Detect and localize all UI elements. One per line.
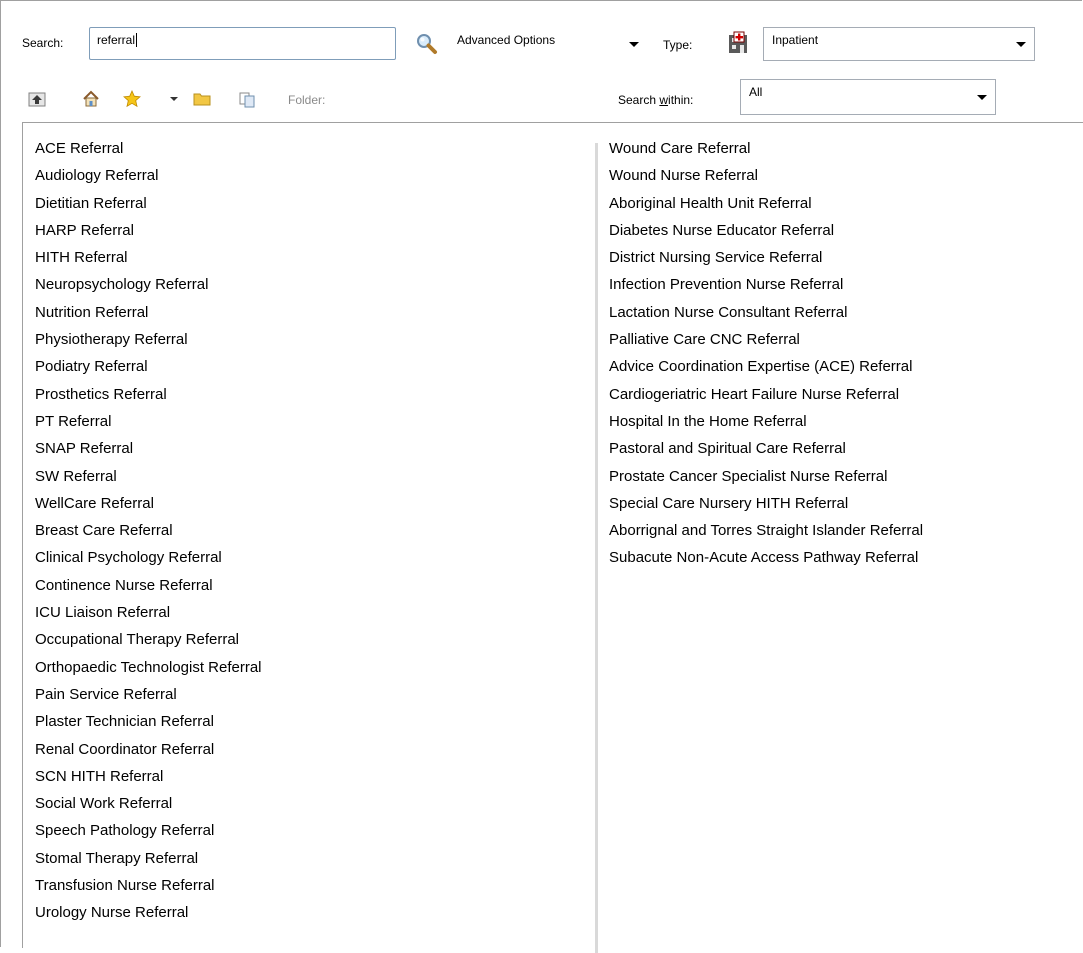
list-item[interactable]: Renal Coordinator Referral: [35, 736, 262, 763]
results-list[interactable]: ACE Referral Audiology Referral Dietitian …: [22, 122, 1083, 953]
list-item[interactable]: Urology Nurse Referral: [35, 899, 262, 926]
list-item[interactable]: Stomal Therapy Referral: [35, 845, 262, 872]
list-item[interactable]: Aborrignal and Torres Straight Islander …: [609, 517, 923, 544]
list-item[interactable]: Speech Pathology Referral: [35, 817, 262, 844]
list-item[interactable]: Wound Care Referral: [609, 135, 923, 162]
list-item[interactable]: Transfusion Nurse Referral: [35, 872, 262, 899]
list-item[interactable]: Nutrition Referral: [35, 299, 262, 326]
list-item[interactable]: Orthopaedic Technologist Referral: [35, 654, 262, 681]
advanced-options-label: Advanced Options: [457, 33, 556, 47]
list-item[interactable]: PT Referral: [35, 408, 262, 435]
list-item[interactable]: Lactation Nurse Consultant Referral: [609, 299, 923, 326]
folder-label: Folder:: [288, 93, 326, 107]
type-label: Type:: [663, 38, 693, 52]
chevron-down-icon: [629, 42, 639, 47]
hospital-icon: [726, 31, 750, 55]
list-item[interactable]: Pastoral and Spiritual Care Referral: [609, 435, 923, 462]
search-input[interactable]: referral: [89, 27, 396, 60]
results-column-right: Wound Care Referral Wound Nurse Referral A…: [609, 135, 923, 572]
list-item[interactable]: Plaster Technician Referral: [35, 708, 262, 735]
home-icon[interactable]: [82, 90, 100, 108]
list-item[interactable]: Pain Service Referral: [35, 681, 262, 708]
copy-icon[interactable]: [238, 90, 256, 108]
list-item[interactable]: Hospital In the Home Referral: [609, 408, 923, 435]
list-item[interactable]: Prostate Cancer Specialist Nurse Referra…: [609, 463, 923, 490]
list-item[interactable]: Aboriginal Health Unit Referral: [609, 190, 923, 217]
list-item[interactable]: WellCare Referral: [35, 490, 262, 517]
text-caret: [136, 32, 138, 47]
list-item[interactable]: Diabetes Nurse Educator Referral: [609, 217, 923, 244]
list-item[interactable]: Infection Prevention Nurse Referral: [609, 271, 923, 298]
favorites-dropdown-chevron-icon[interactable]: [170, 97, 178, 101]
results-column-left: ACE Referral Audiology Referral Dietitian …: [35, 135, 262, 927]
folder-icon[interactable]: [193, 90, 211, 108]
list-item[interactable]: Physiotherapy Referral: [35, 326, 262, 353]
type-selected: Inpatient: [772, 33, 819, 47]
advanced-options-dropdown[interactable]: Advanced Options: [448, 27, 648, 60]
list-item[interactable]: Cardiogeriatric Heart Failure Nurse Refe…: [609, 381, 923, 408]
search-icon[interactable]: [415, 32, 439, 56]
list-item[interactable]: SW Referral: [35, 463, 262, 490]
list-item[interactable]: SCN HITH Referral: [35, 763, 262, 790]
list-item[interactable]: ACE Referral: [35, 135, 262, 162]
list-item[interactable]: Advice Coordination Expertise (ACE) Refe…: [609, 353, 923, 380]
list-item[interactable]: Audiology Referral: [35, 162, 262, 189]
list-item[interactable]: Prosthetics Referral: [35, 381, 262, 408]
search-within-selected: All: [749, 85, 763, 99]
list-item[interactable]: Neuropsychology Referral: [35, 271, 262, 298]
list-item[interactable]: Podiatry Referral: [35, 353, 262, 380]
chevron-down-icon: [977, 95, 987, 100]
list-item[interactable]: HITH Referral: [35, 244, 262, 271]
list-item[interactable]: ICU Liaison Referral: [35, 599, 262, 626]
list-item[interactable]: Dietitian Referral: [35, 190, 262, 217]
type-dropdown[interactable]: Inpatient: [763, 27, 1035, 61]
list-item[interactable]: HARP Referral: [35, 217, 262, 244]
chevron-down-icon: [1016, 42, 1026, 47]
column-divider: [595, 143, 598, 953]
list-item[interactable]: SNAP Referral: [35, 435, 262, 462]
list-item[interactable]: Wound Nurse Referral: [609, 162, 923, 189]
search-within-dropdown[interactable]: All: [740, 79, 996, 115]
up-folder-icon[interactable]: [28, 90, 46, 108]
search-label: Search:: [22, 36, 64, 50]
list-item[interactable]: Social Work Referral: [35, 790, 262, 817]
list-item[interactable]: Subacute Non-Acute Access Pathway Referr…: [609, 544, 923, 571]
favorites-star-icon[interactable]: [123, 90, 141, 108]
list-item[interactable]: Palliative Care CNC Referral: [609, 326, 923, 353]
search-within-label: Search within:: [618, 93, 694, 107]
list-item[interactable]: Occupational Therapy Referral: [35, 626, 262, 653]
list-item[interactable]: Clinical Psychology Referral: [35, 544, 262, 571]
list-item[interactable]: Continence Nurse Referral: [35, 572, 262, 599]
list-item[interactable]: Breast Care Referral: [35, 517, 262, 544]
list-item[interactable]: District Nursing Service Referral: [609, 244, 923, 271]
search-input-value: referral: [97, 33, 136, 47]
list-item[interactable]: Special Care Nursery HITH Referral: [609, 490, 923, 517]
